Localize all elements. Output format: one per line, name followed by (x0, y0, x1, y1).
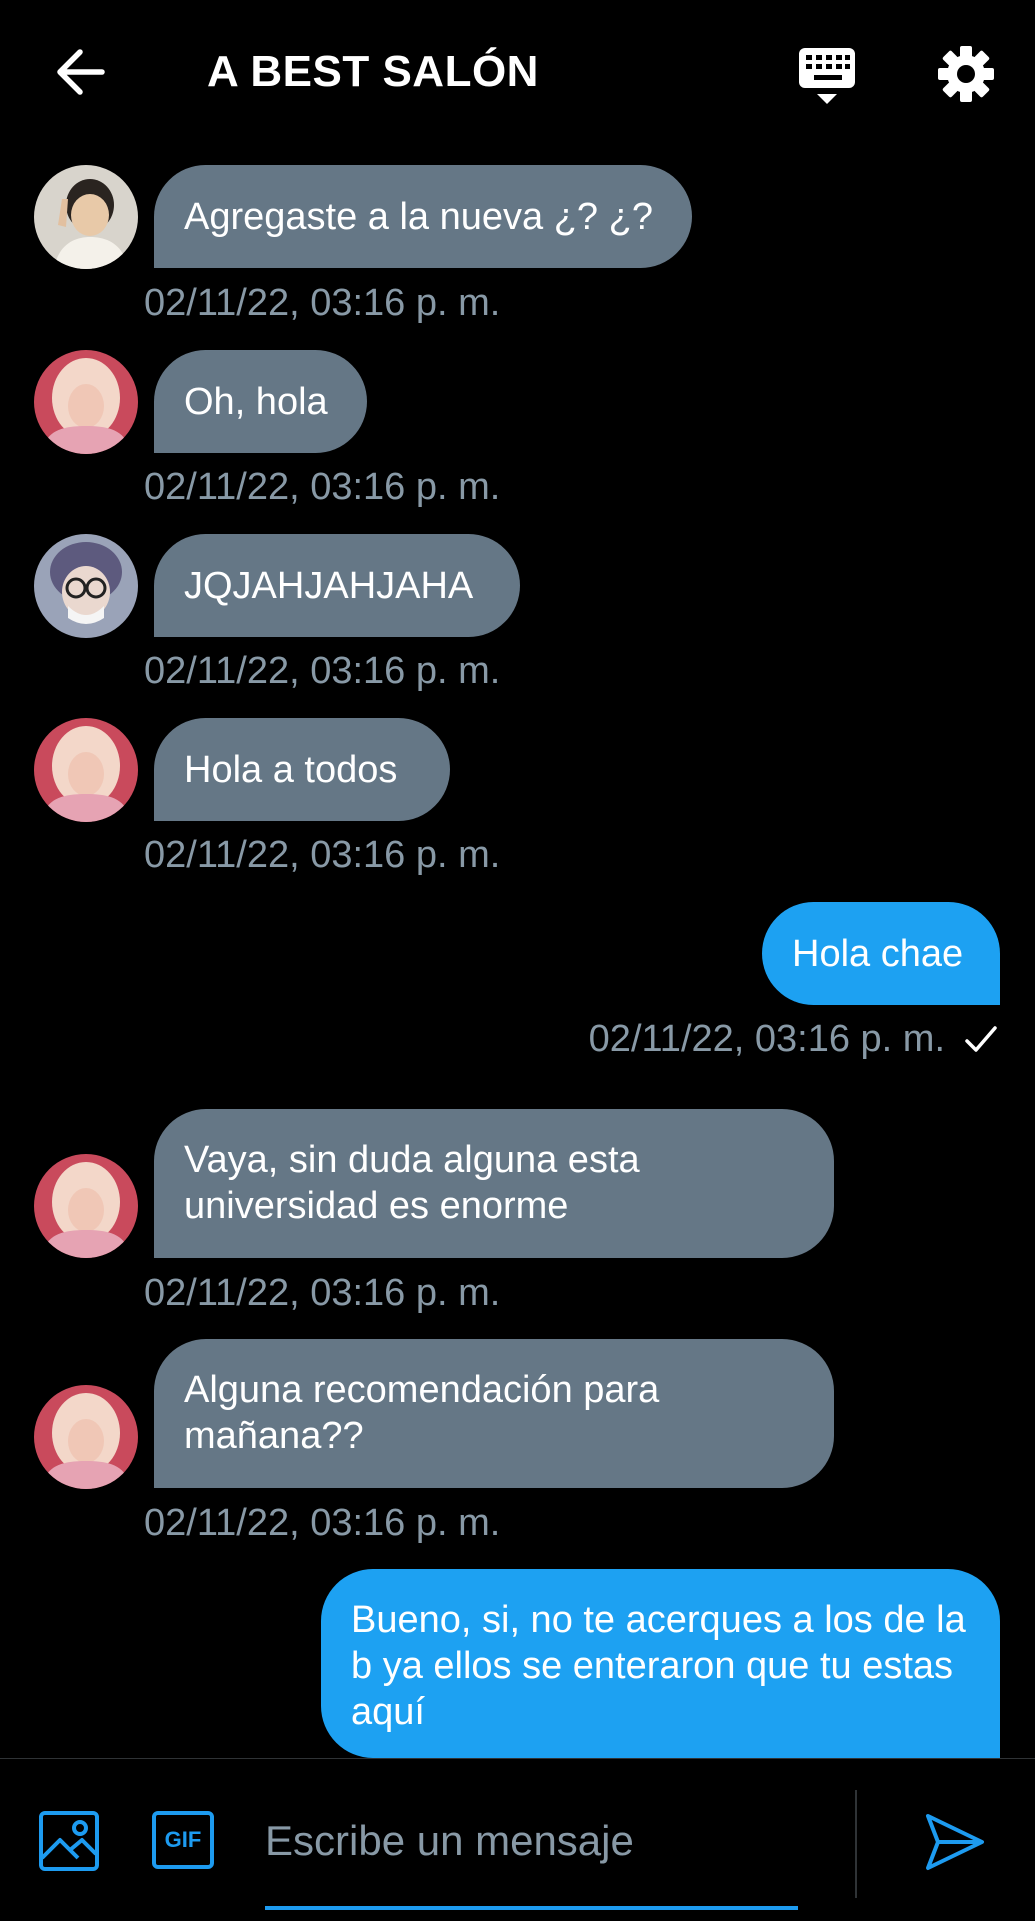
gif-button[interactable]: GIF (152, 1811, 214, 1869)
message-timestamp: 02/11/22, 03:16 p. m. (144, 1502, 501, 1544)
avatar-glasses[interactable] (34, 534, 138, 638)
message-timestamp: 02/11/22, 03:16 p. m. (588, 1018, 945, 1060)
message-bubble-incoming[interactable]: Alguna recomendación para mañana?? (154, 1339, 834, 1488)
message-bubble-incoming[interactable]: Hola a todos (154, 718, 450, 821)
message-text: Alguna recomendación para mañana?? (184, 1369, 660, 1457)
attach-image-button[interactable] (38, 1810, 100, 1872)
checkmark-icon (965, 1026, 997, 1052)
send-button[interactable] (922, 1810, 986, 1874)
message-bubble-outgoing[interactable]: Bueno, si, no te acerques a los de la b … (321, 1569, 1000, 1758)
message-text: Hola a todos (184, 748, 398, 791)
message-bubble-incoming[interactable]: Agregaste a la nueva ¿? ¿? (154, 165, 692, 268)
settings-button[interactable] (934, 42, 998, 106)
avatar-girl-pink[interactable] (34, 718, 138, 822)
image-icon (39, 1811, 99, 1871)
keyboard-button[interactable] (795, 44, 859, 108)
message-bubble-incoming[interactable]: Vaya, sin duda alguna esta universidad e… (154, 1109, 834, 1258)
message-timestamp: 02/11/22, 03:16 p. m. (144, 466, 501, 508)
chat-title: A BEST SALÓN (207, 47, 539, 96)
chat-header: A BEST SALÓN (0, 0, 1035, 150)
arrow-left-icon (57, 49, 105, 95)
message-input[interactable] (265, 1808, 798, 1874)
message-bubble-incoming[interactable]: Oh, hola (154, 350, 367, 453)
message-timestamp: 02/11/22, 03:16 p. m. (144, 650, 501, 692)
send-icon (926, 1814, 984, 1870)
message-text: Hola chae (792, 932, 964, 975)
input-underline (265, 1906, 798, 1910)
message-timestamp: 02/11/22, 03:16 p. m. (144, 282, 501, 324)
avatar-boy[interactable] (34, 165, 138, 269)
message-timestamp: 02/11/22, 03:16 p. m. (144, 1272, 501, 1314)
message-bubble-incoming[interactable]: JQJAHJAHJAHA (154, 534, 520, 637)
avatar-girl-pink[interactable] (34, 350, 138, 454)
back-button[interactable] (52, 44, 108, 100)
message-text: JQJAHJAHJAHA (184, 564, 474, 607)
composer-divider (855, 1790, 857, 1898)
message-text: Vaya, sin duda alguna esta universidad e… (184, 1139, 640, 1227)
keyboard-icon (799, 48, 855, 104)
gear-icon (938, 46, 994, 102)
avatar-girl-pink[interactable] (34, 1385, 138, 1489)
message-bubble-outgoing[interactable]: Hola chae (762, 902, 1000, 1005)
message-text: Oh, hola (184, 380, 328, 423)
avatar-girl-pink[interactable] (34, 1154, 138, 1258)
message-timestamp: 02/11/22, 03:16 p. m. (144, 834, 501, 876)
message-text: Agregaste a la nueva ¿? ¿? (184, 195, 653, 238)
message-text: Bueno, si, no te acerques a los de la b … (351, 1599, 966, 1733)
